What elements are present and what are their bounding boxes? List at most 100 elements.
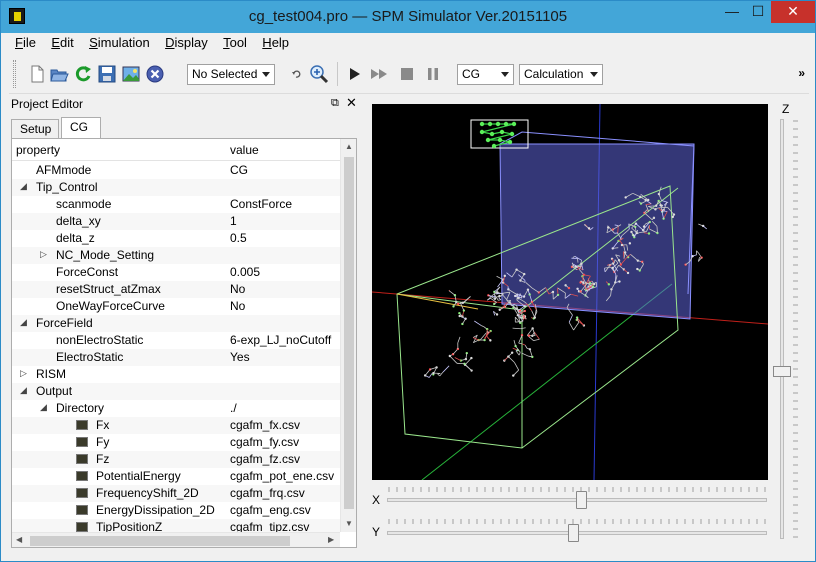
minimize-button[interactable]: — bbox=[719, 1, 745, 23]
menu-file[interactable]: File bbox=[9, 33, 42, 52]
scrollbar-thumb[interactable] bbox=[344, 157, 354, 509]
play-icon[interactable] bbox=[345, 64, 365, 84]
3d-viewport[interactable] bbox=[371, 103, 769, 481]
property-value[interactable]: 0.005 bbox=[230, 265, 340, 279]
reload-icon[interactable] bbox=[73, 64, 93, 84]
menu-display[interactable]: Display bbox=[159, 33, 214, 52]
property-value[interactable]: cgafm_pot_ene.csv bbox=[230, 469, 340, 483]
image-icon[interactable] bbox=[121, 64, 141, 84]
toolbar-grip[interactable] bbox=[13, 60, 16, 88]
save-icon[interactable] bbox=[97, 64, 117, 84]
column-header-property[interactable]: property bbox=[16, 143, 60, 157]
collapse-arrow-icon[interactable]: ◢ bbox=[40, 402, 47, 413]
close-panel-icon[interactable]: ✕ bbox=[346, 95, 357, 111]
property-value[interactable]: Yes bbox=[230, 350, 340, 364]
scroll-up-icon[interactable]: ▲ bbox=[345, 142, 353, 151]
molecule-bond bbox=[464, 363, 472, 371]
rotate-icon[interactable] bbox=[287, 64, 307, 84]
tab-setup[interactable]: Setup bbox=[11, 119, 59, 138]
open-folder-icon[interactable] bbox=[49, 64, 69, 84]
x-slider-thumb[interactable] bbox=[575, 491, 587, 509]
property-name: PotentialEnergy bbox=[96, 469, 181, 483]
column-header-value[interactable]: value bbox=[230, 143, 259, 157]
menu-tool[interactable]: Tool bbox=[217, 33, 253, 52]
y-slider-thumb[interactable] bbox=[568, 524, 580, 542]
float-panel-icon[interactable]: ⧉ bbox=[331, 97, 339, 110]
tree-row[interactable]: ◢ Tip_Control bbox=[12, 179, 340, 196]
property-value[interactable]: cgafm_fz.csv bbox=[230, 452, 340, 466]
property-value[interactable]: 1 bbox=[230, 214, 340, 228]
horizontal-scrollbar[interactable]: ◀ ▶ bbox=[12, 532, 340, 547]
tree-row[interactable]: ElectroStatic Yes bbox=[12, 349, 340, 366]
mode-combo[interactable]: CG bbox=[457, 64, 514, 85]
menu-simulation[interactable]: Simulation bbox=[83, 33, 156, 52]
property-value[interactable]: cgafm_fx.csv bbox=[230, 418, 340, 432]
collapse-arrow-icon[interactable]: ◢ bbox=[20, 385, 27, 396]
collapse-arrow-icon[interactable]: ◢ bbox=[20, 181, 27, 192]
tree-row[interactable]: OneWayForceCurve No bbox=[12, 298, 340, 315]
tree-row[interactable]: Fz cgafm_fz.csv bbox=[12, 451, 340, 468]
vertical-scrollbar[interactable]: ▲ ▼ bbox=[340, 139, 356, 532]
scroll-right-icon[interactable]: ▶ bbox=[328, 535, 334, 544]
tree-row[interactable]: ▷ NC_Mode_Setting bbox=[12, 247, 340, 264]
menu-edit[interactable]: Edit bbox=[45, 33, 79, 52]
tip-atom bbox=[479, 129, 485, 135]
property-value[interactable]: cgafm_frq.csv bbox=[230, 486, 340, 500]
tree-row[interactable]: delta_xy 1 bbox=[12, 213, 340, 230]
property-value[interactable]: ./ bbox=[230, 401, 340, 415]
property-value[interactable]: cgafm_eng.csv bbox=[230, 503, 340, 517]
expand-arrow-icon[interactable]: ▷ bbox=[20, 368, 27, 379]
tree-row[interactable]: ◢ Directory ./ bbox=[12, 400, 340, 417]
tab-cg[interactable]: CG bbox=[61, 117, 101, 139]
tree-row[interactable]: resetStruct_atZmax No bbox=[12, 281, 340, 298]
property-value[interactable]: No bbox=[230, 299, 340, 313]
scroll-down-icon[interactable]: ▼ bbox=[345, 519, 353, 528]
tree-row[interactable]: Fx cgafm_fx.csv bbox=[12, 417, 340, 434]
tree-row[interactable]: nonElectroStatic 6-exp_LJ_noCutoff bbox=[12, 332, 340, 349]
property-name: scanmode bbox=[56, 197, 112, 211]
z-slider-ticks bbox=[793, 120, 798, 538]
scrollbar-thumb[interactable] bbox=[30, 536, 290, 546]
toolbar-overflow-button[interactable]: » bbox=[798, 66, 805, 80]
tree-row[interactable]: ◢ ForceField bbox=[12, 315, 340, 332]
stop-circle-icon[interactable] bbox=[145, 64, 165, 84]
property-value[interactable]: 0.5 bbox=[230, 231, 340, 245]
molecule-atom bbox=[671, 215, 675, 219]
title-bar[interactable]: cg_test004.pro — SPM Simulator Ver.20151… bbox=[1, 1, 815, 33]
chevron-down-icon bbox=[262, 72, 270, 77]
tree-row[interactable]: ▷ RISM bbox=[12, 366, 340, 383]
tree-row[interactable]: delta_z 0.5 bbox=[12, 230, 340, 247]
tree-row[interactable]: Fy cgafm_fy.csv bbox=[12, 434, 340, 451]
property-value[interactable]: CG bbox=[230, 163, 340, 177]
molecule-atom bbox=[607, 283, 611, 286]
maximize-button[interactable]: ☐ bbox=[745, 1, 771, 23]
molecule-bond bbox=[448, 290, 456, 296]
scroll-left-icon[interactable]: ◀ bbox=[16, 535, 22, 544]
zoom-icon[interactable] bbox=[309, 64, 329, 84]
molecule-atom bbox=[489, 339, 492, 342]
stop-icon[interactable] bbox=[397, 64, 417, 84]
pause-icon[interactable] bbox=[423, 64, 443, 84]
new-file-icon[interactable] bbox=[27, 64, 47, 84]
property-value[interactable]: No bbox=[230, 282, 340, 296]
menu-help[interactable]: Help bbox=[256, 33, 295, 52]
tree-row[interactable]: FrequencyShift_2D cgafm_frq.csv bbox=[12, 485, 340, 502]
z-slider-thumb[interactable] bbox=[773, 366, 791, 377]
tree-row[interactable]: ◢ Output bbox=[12, 383, 340, 400]
fast-forward-icon[interactable] bbox=[369, 64, 389, 84]
property-value[interactable]: 6-exp_LJ_noCutoff bbox=[230, 333, 340, 347]
tree-row[interactable]: ForceConst 0.005 bbox=[12, 264, 340, 281]
selection-combo[interactable]: No Selected bbox=[187, 64, 275, 85]
tree-row[interactable]: AFMmode CG bbox=[12, 162, 340, 179]
tree-row[interactable]: EnergyDissipation_2D cgafm_eng.csv bbox=[12, 502, 340, 519]
z-slider-track[interactable] bbox=[780, 119, 784, 539]
main-window: cg_test004.pro — SPM Simulator Ver.20151… bbox=[0, 0, 816, 562]
tree-row[interactable]: PotentialEnergy cgafm_pot_ene.csv bbox=[12, 468, 340, 485]
expand-arrow-icon[interactable]: ▷ bbox=[40, 249, 47, 260]
property-value[interactable]: cgafm_fy.csv bbox=[230, 435, 340, 449]
collapse-arrow-icon[interactable]: ◢ bbox=[20, 317, 27, 328]
tree-row[interactable]: scanmode ConstForce bbox=[12, 196, 340, 213]
calculation-combo[interactable]: Calculation bbox=[519, 64, 603, 85]
property-value[interactable]: ConstForce bbox=[230, 197, 340, 211]
close-button[interactable]: ✕ bbox=[771, 1, 815, 23]
